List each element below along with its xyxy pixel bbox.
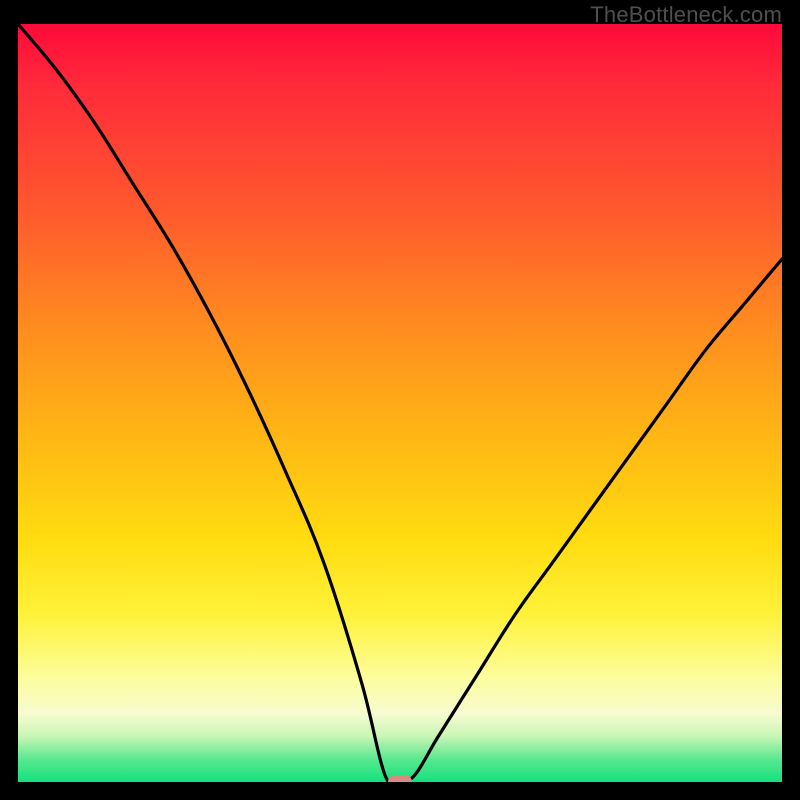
curve-layer xyxy=(18,24,782,782)
chart-frame: TheBottleneck.com xyxy=(0,0,800,800)
optimum-marker xyxy=(388,775,412,782)
attribution-label: TheBottleneck.com xyxy=(590,2,782,28)
bottleneck-curve-path xyxy=(18,24,782,782)
plot-area xyxy=(18,24,782,782)
